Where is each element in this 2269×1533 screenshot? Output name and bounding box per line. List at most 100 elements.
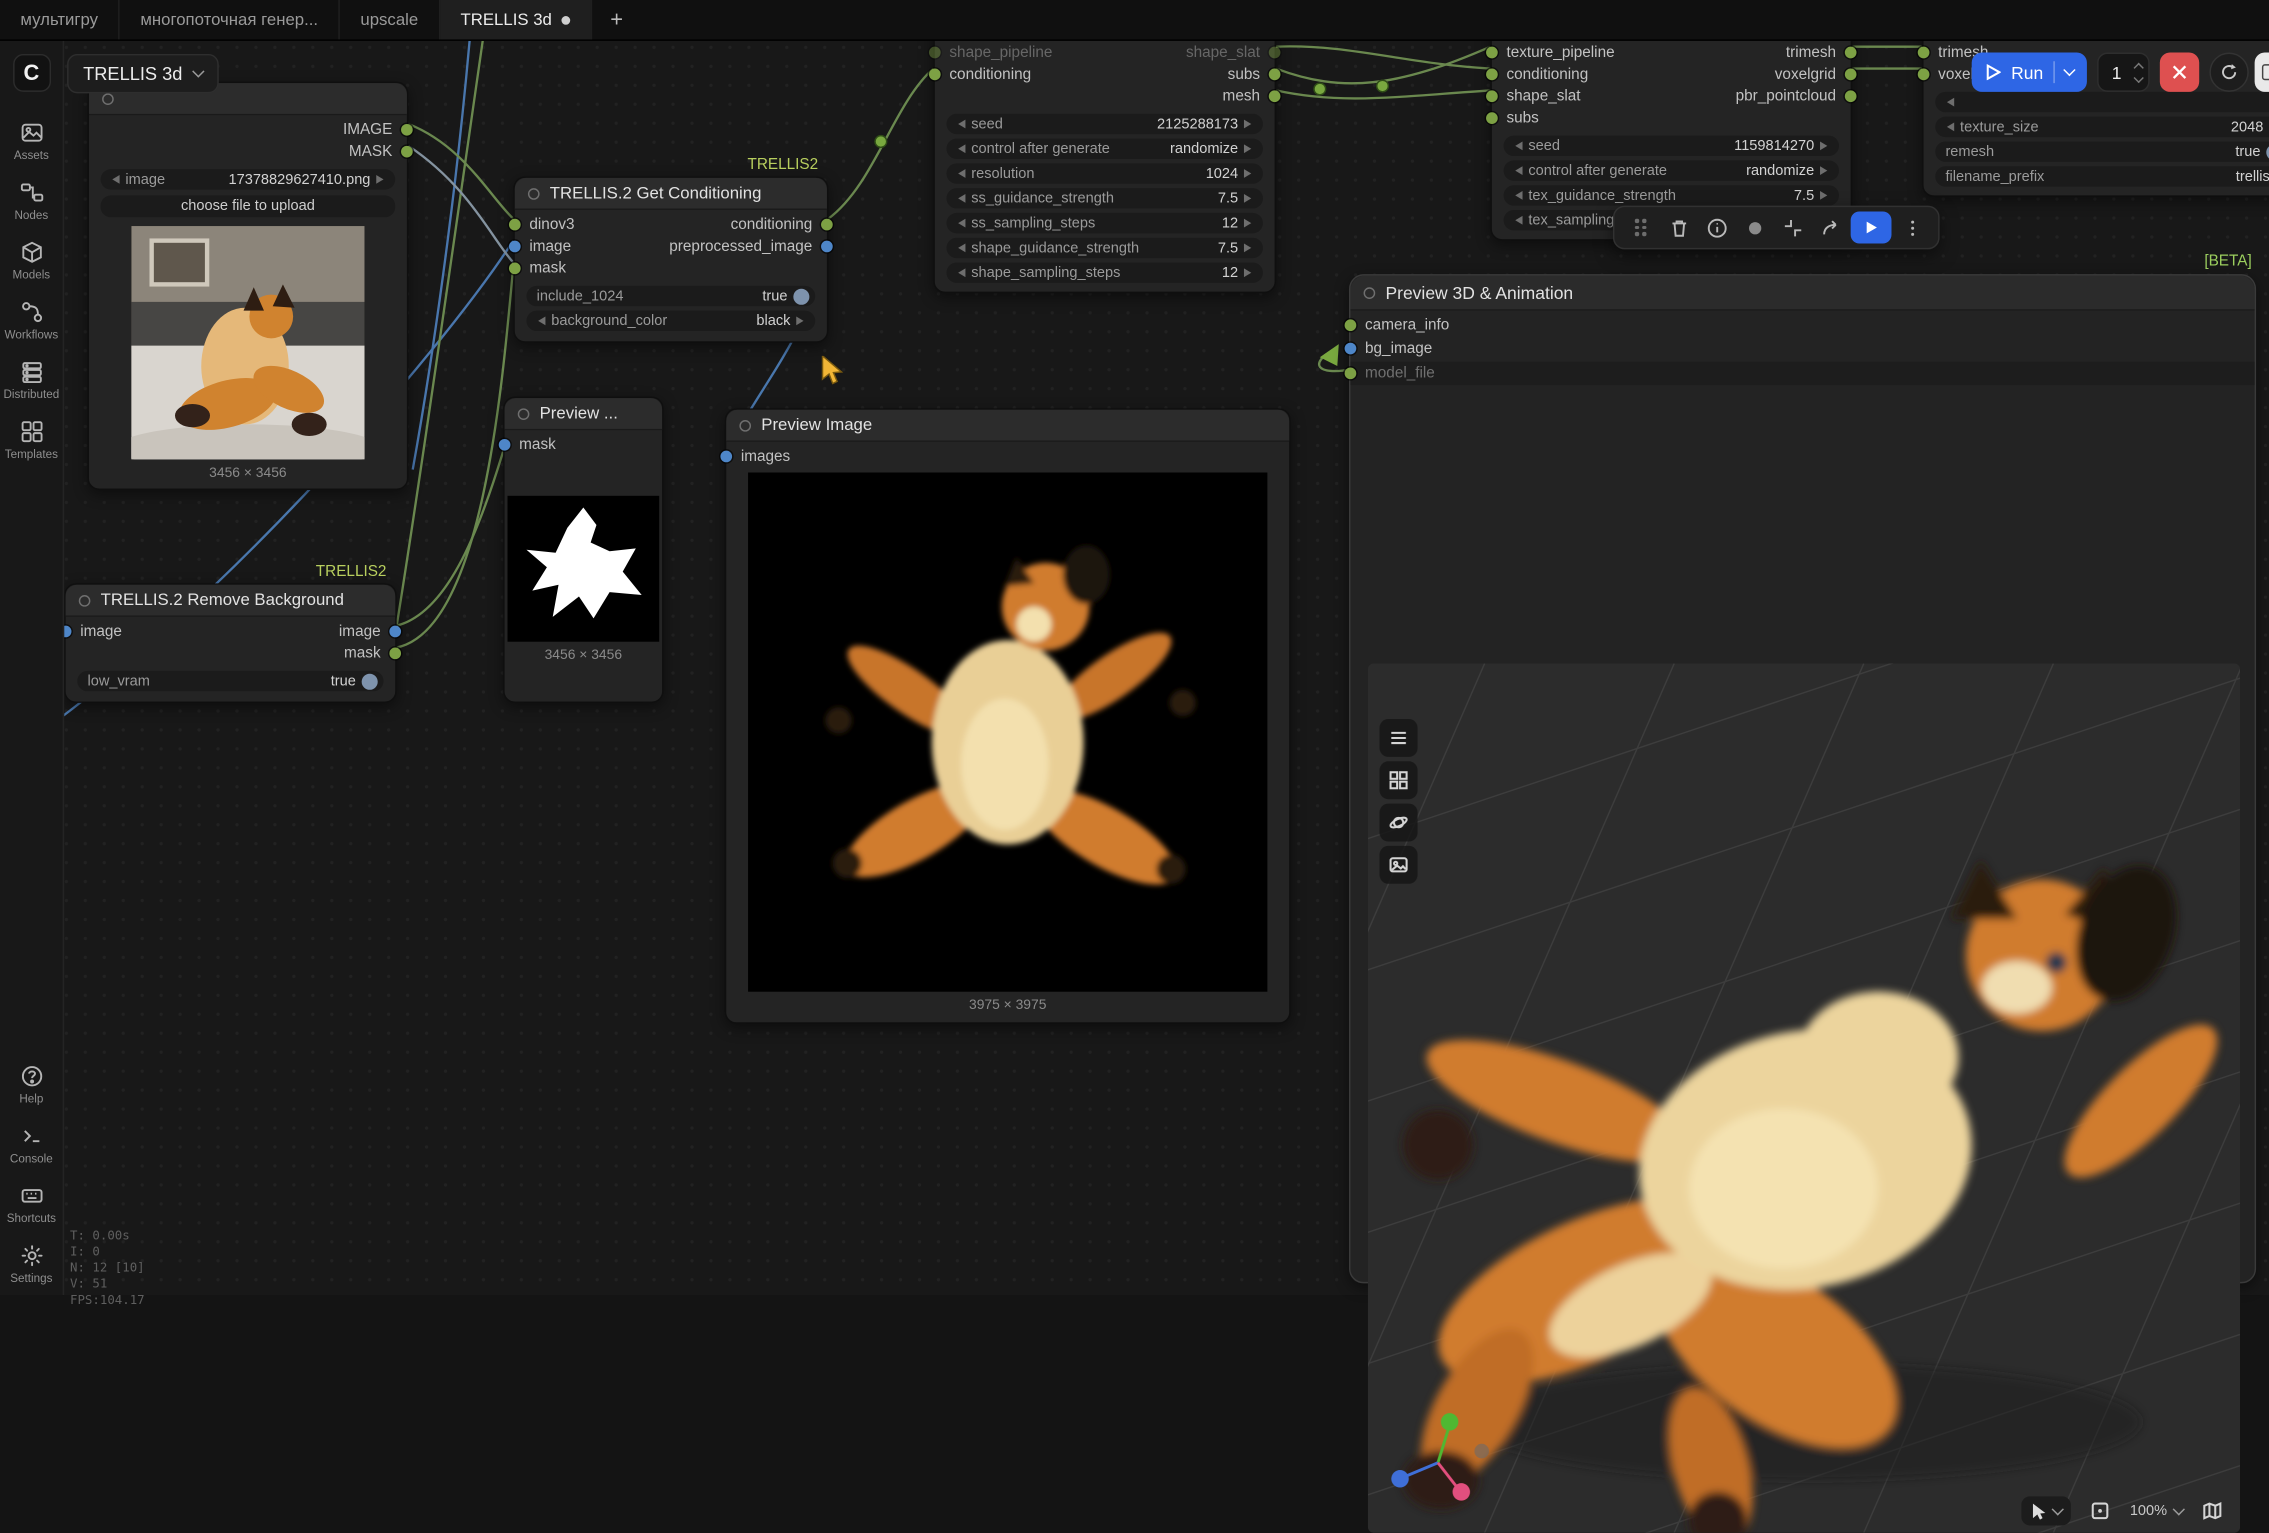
slot-row[interactable]: camera_info — [1350, 314, 2254, 337]
slot-row[interactable]: bg_image — [1350, 337, 2254, 360]
decrement-arrow-icon[interactable] — [954, 194, 966, 203]
node-canvas[interactable]: shape_pipeline shape_slat conditioning s… — [0, 0, 2269, 1295]
run-button[interactable]: Run — [1972, 53, 2087, 92]
input-pin[interactable] — [499, 438, 511, 450]
decrement-arrow-icon[interactable] — [1511, 216, 1523, 225]
tab-trellis-3d[interactable]: TRELLIS 3d — [440, 0, 593, 39]
slot-row[interactable]: image preprocessed_image — [515, 235, 827, 257]
app-logo[interactable]: C — [12, 54, 50, 92]
input-pin[interactable] — [1918, 68, 1930, 80]
more-options-button[interactable] — [1894, 210, 1929, 245]
collapse-dot-icon[interactable] — [102, 93, 114, 105]
node-preview-3d[interactable]: [BETA] Preview 3D & Animation camera_inf… — [1349, 274, 2256, 1283]
node-header[interactable]: TRELLIS.2 Remove Background — [66, 585, 396, 617]
output-pin[interactable] — [389, 647, 401, 659]
increment-arrow-icon[interactable] — [1244, 194, 1256, 203]
widget-ss-guidance-strength[interactable]: ss_guidance_strength7.5 — [946, 188, 1262, 208]
widget-low-vram[interactable]: low_vramtrue — [77, 671, 383, 691]
delete-node-button[interactable] — [1661, 210, 1696, 245]
node-header[interactable]: Preview Image — [726, 410, 1289, 442]
sidebar-item-nodes[interactable]: Nodes — [0, 172, 63, 232]
input-pin[interactable] — [1918, 46, 1930, 58]
decrement-arrow-icon[interactable] — [954, 219, 966, 228]
decrement-arrow-icon[interactable] — [954, 268, 966, 277]
spinner-arrows[interactable] — [2135, 63, 2142, 81]
input-pin[interactable] — [1486, 68, 1498, 80]
decrement-arrow-icon[interactable] — [954, 120, 966, 129]
grid-view-icon[interactable] — [1380, 761, 1418, 799]
decrement-arrow-icon[interactable] — [1943, 98, 1955, 107]
decrement-arrow-icon[interactable] — [954, 144, 966, 153]
redo-arrow-button[interactable] — [1813, 210, 1848, 245]
tab-multigru[interactable]: мультигру — [0, 0, 120, 39]
background-image-icon[interactable] — [1380, 846, 1418, 884]
widget-ss-sampling-steps[interactable]: ss_sampling_steps12 — [946, 213, 1262, 233]
orbit-icon[interactable] — [1380, 804, 1418, 842]
map-icon[interactable] — [2202, 1501, 2222, 1521]
decrement-arrow-icon[interactable] — [1943, 123, 1955, 132]
widget-control-after-generate[interactable]: control after generaterandomize — [1504, 160, 1839, 180]
widget-include-1024[interactable]: include_1024true — [526, 286, 815, 306]
widget-texture-size[interactable]: texture_size2048 — [1935, 117, 2269, 137]
collapse-dot-icon[interactable] — [1364, 287, 1376, 299]
menu-icon[interactable] — [1380, 719, 1418, 757]
input-pin[interactable] — [509, 240, 521, 252]
node-shape-sampler[interactable]: shape_pipeline shape_slat conditioning s… — [933, 4, 1276, 293]
slot-row[interactable]: mesh — [935, 85, 1275, 107]
input-pin[interactable] — [509, 218, 521, 230]
color-swatch-icon[interactable] — [1737, 210, 1772, 245]
decrement-arrow-icon[interactable] — [954, 169, 966, 178]
increment-arrow-icon[interactable] — [796, 316, 808, 325]
widget-remesh[interactable]: remeshtrue — [1935, 141, 2269, 161]
workflow-selector[interactable]: TRELLIS 3d — [67, 54, 219, 93]
input-pin[interactable] — [929, 68, 941, 80]
widget-shape-guidance-strength[interactable]: shape_guidance_strength7.5 — [946, 238, 1262, 258]
input-pin[interactable] — [1486, 112, 1498, 124]
increment-arrow-icon[interactable] — [1244, 144, 1256, 153]
output-pin[interactable] — [1269, 46, 1281, 58]
new-tab-button[interactable]: + — [593, 0, 641, 39]
slot-row[interactable]: conditioning subs — [935, 63, 1275, 85]
sidebar-item-settings[interactable]: Settings — [0, 1235, 63, 1295]
slot-row[interactable]: subs — [1492, 106, 1851, 128]
sidebar-item-workflows[interactable]: Workflows — [0, 292, 63, 352]
cancel-run-button[interactable] — [2160, 53, 2199, 92]
slot-row[interactable]: IMAGE — [89, 118, 407, 140]
upload-button[interactable]: choose file to upload — [101, 195, 396, 217]
collapse-dot-icon[interactable] — [518, 408, 530, 420]
info-button[interactable] — [1699, 210, 1734, 245]
decrement-arrow-icon[interactable] — [1511, 166, 1523, 175]
increment-arrow-icon[interactable] — [1244, 169, 1256, 178]
output-pin[interactable] — [1845, 46, 1857, 58]
output-pin[interactable] — [1269, 68, 1281, 80]
widget-hidden[interactable] — [1935, 92, 2269, 112]
widget-resolution[interactable]: resolution1024 — [946, 163, 1262, 183]
slot-row[interactable]: mask — [505, 433, 663, 455]
slot-row[interactable]: mask — [515, 257, 827, 279]
output-pin[interactable] — [821, 240, 833, 252]
input-pin[interactable] — [720, 450, 732, 462]
widget-control-after-generate[interactable]: control after generaterandomize — [946, 139, 1262, 159]
increment-arrow-icon[interactable] — [1820, 141, 1832, 150]
increment-arrow-icon[interactable] — [1244, 268, 1256, 277]
decrement-arrow-icon[interactable] — [108, 175, 120, 184]
widget-seed[interactable]: seed1159814270 — [1504, 136, 1839, 156]
slot-row[interactable]: shape_slat pbr_pointcloud — [1492, 85, 1851, 107]
node-header[interactable]: Preview 3D & Animation — [1350, 276, 2254, 311]
sidebar-item-templates[interactable]: Templates — [0, 411, 63, 471]
decrement-arrow-icon[interactable] — [534, 316, 546, 325]
tab-multithread-gen[interactable]: многопоточная генер... — [120, 0, 340, 39]
input-pin[interactable] — [1486, 46, 1498, 58]
input-pin[interactable] — [1345, 319, 1357, 331]
output-pin[interactable] — [401, 123, 413, 135]
slot-row[interactable]: MASK — [89, 140, 407, 162]
tab-upscale[interactable]: upscale — [340, 0, 440, 39]
increment-arrow-icon[interactable] — [1244, 244, 1256, 253]
output-pin[interactable] — [821, 218, 833, 230]
decrement-arrow-icon[interactable] — [1511, 191, 1523, 200]
collapse-dot-icon[interactable] — [739, 419, 751, 431]
zoom-control[interactable]: 100% — [2130, 1503, 2183, 1519]
node-get-conditioning[interactable]: TRELLIS2 TRELLIS.2 Get Conditioning dino… — [513, 176, 828, 342]
increment-arrow-icon[interactable] — [1244, 219, 1256, 228]
node-preview-mask[interactable]: Preview ... mask 3456 × 3456 — [503, 397, 663, 703]
